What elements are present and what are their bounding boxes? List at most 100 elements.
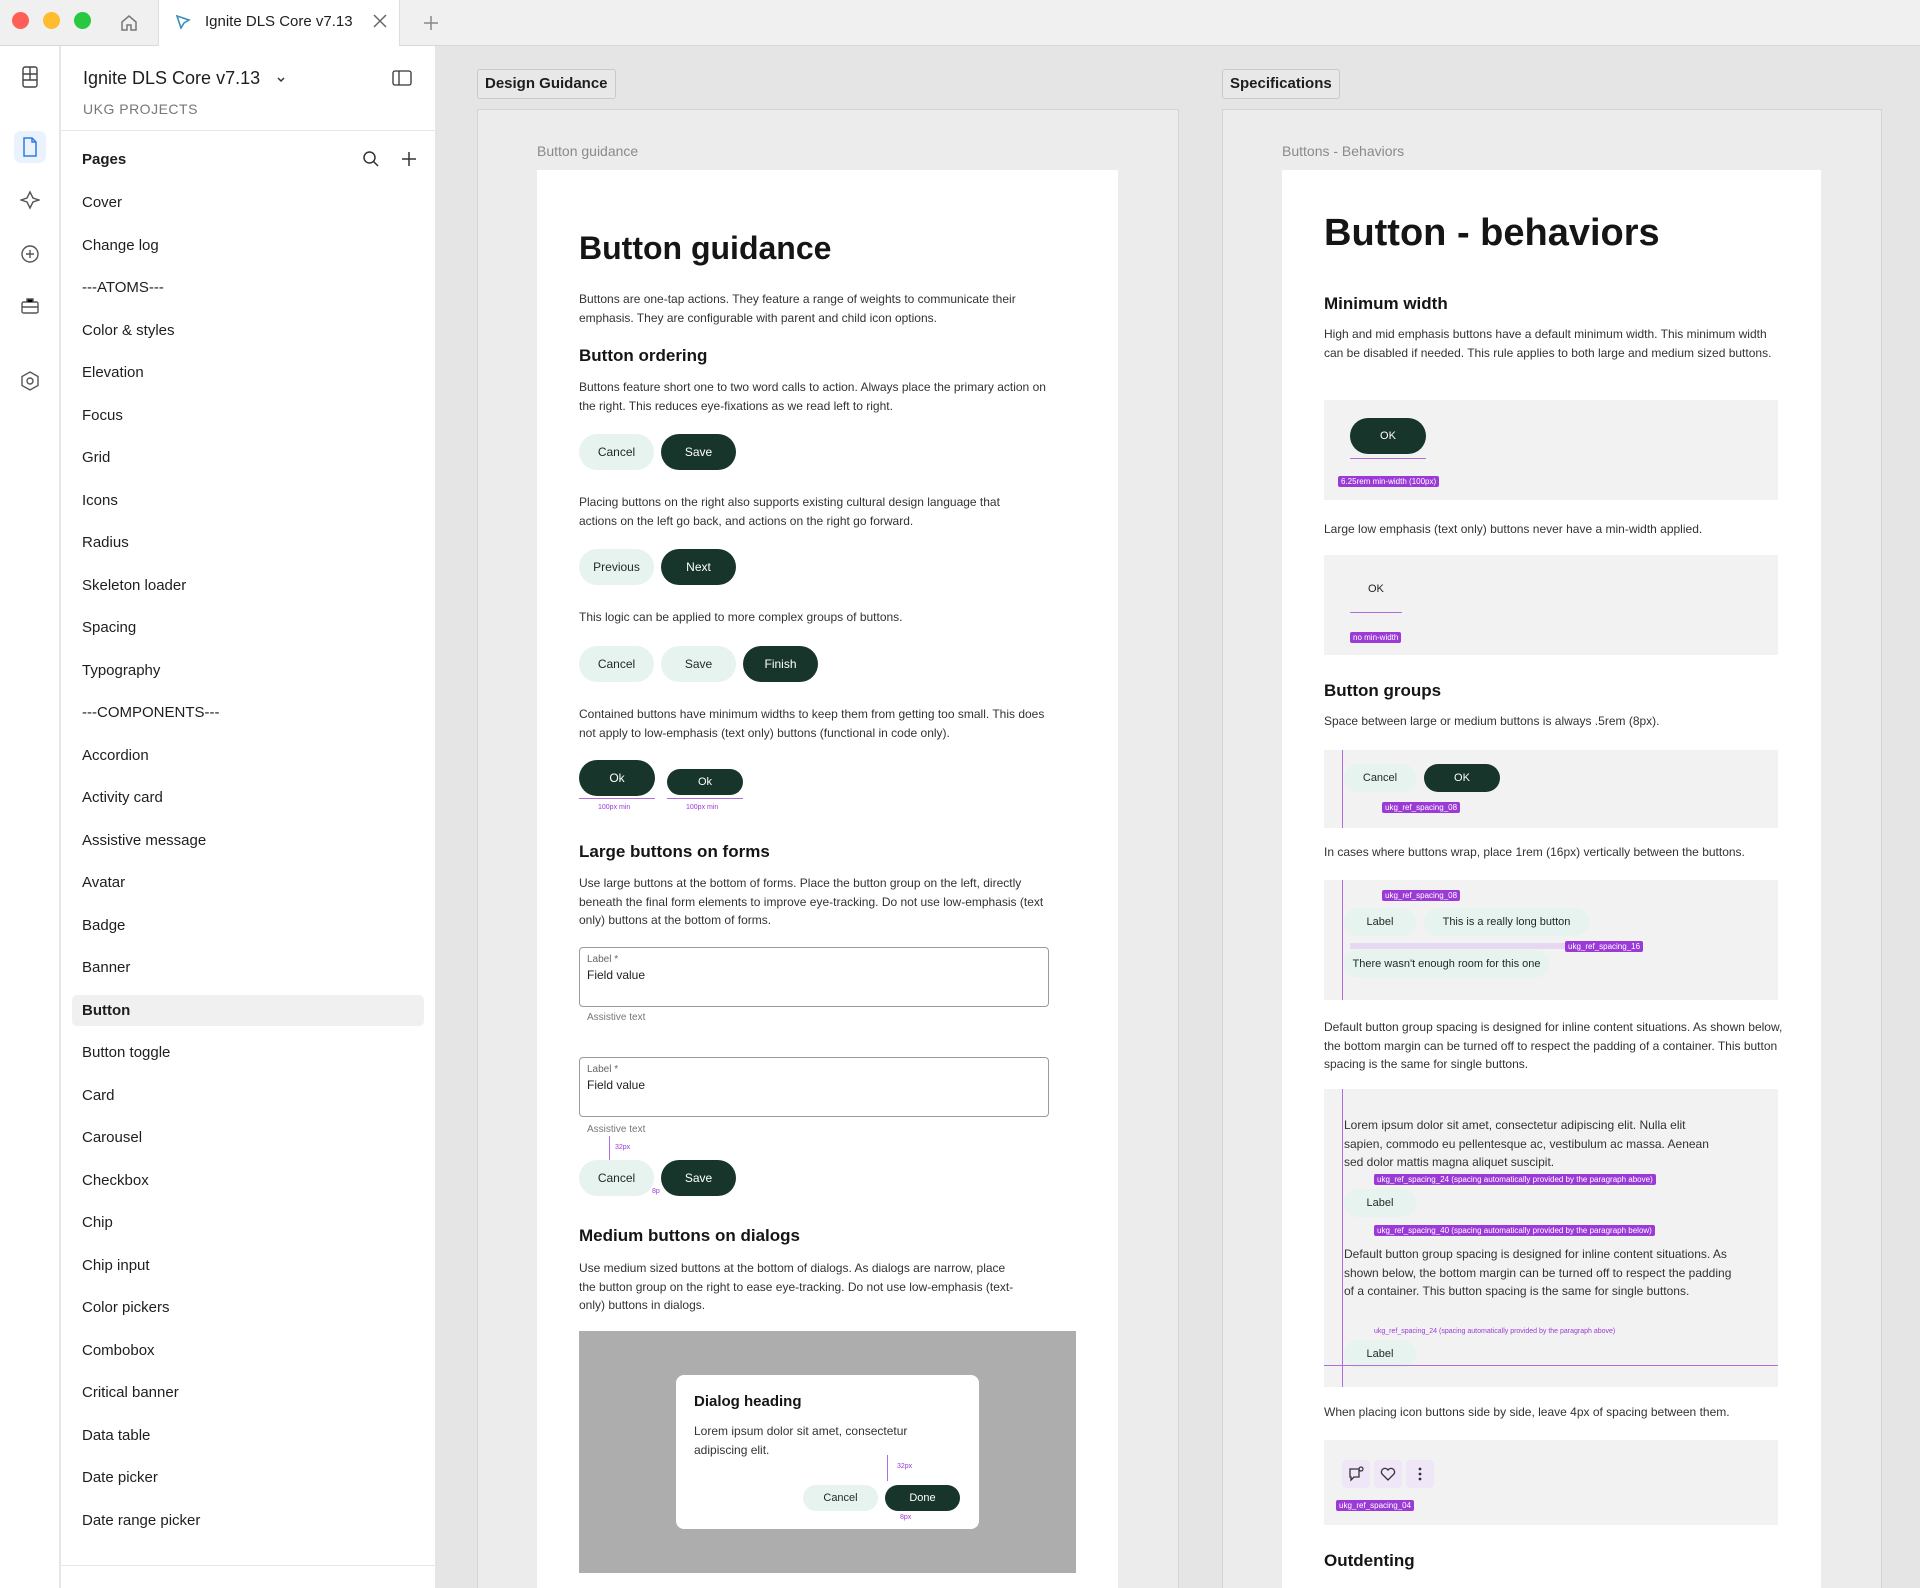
page-item[interactable]: Elevation (72, 357, 424, 388)
file-title[interactable]: Ignite DLS Core v7.13 (83, 68, 260, 89)
page-item[interactable]: Chip (72, 1207, 424, 1238)
page-item[interactable]: Color & styles (72, 315, 424, 346)
assets-icon[interactable] (14, 184, 46, 216)
ok-button-large[interactable]: Ok (579, 760, 655, 796)
page-item[interactable]: Accordion (72, 740, 424, 771)
frame-label-guidance[interactable]: Button guidance (537, 143, 638, 159)
page-item[interactable]: Checkbox (72, 1165, 424, 1196)
layers-panel: Ignite DLS Core v7.13 UKG PROJECTS Pages… (61, 46, 436, 1588)
long-button[interactable]: This is a really long button (1424, 908, 1589, 936)
spacing-tag: ukg_ref_spacing_08 (1382, 890, 1461, 901)
text-field[interactable]: Label * Field value (579, 1057, 1049, 1117)
more-vertical-icon[interactable] (1406, 1460, 1434, 1488)
spacing-marker (609, 1136, 610, 1162)
page-item[interactable]: Grid (72, 442, 424, 473)
search-icon[interactable] (362, 150, 380, 173)
minimize-window-button[interactable] (43, 12, 60, 29)
ok-button[interactable]: OK (1350, 418, 1426, 454)
default-paragraph: Default button group spacing is designed… (1344, 1247, 1732, 1298)
no-room-button[interactable]: There wasn't enough room for this one (1344, 950, 1549, 978)
page-item[interactable]: Date picker (72, 1462, 424, 1493)
file-tab[interactable]: Ignite DLS Core v7.13 (158, 0, 400, 46)
text-field[interactable]: Label * Field value (579, 947, 1049, 1007)
close-tab-icon[interactable] (371, 12, 389, 35)
home-icon[interactable] (116, 10, 142, 36)
next-button[interactable]: Next (661, 549, 736, 585)
page-item[interactable]: Typography (72, 655, 424, 686)
lorem-paragraph: Lorem ipsum dolor sit amet, consectetur … (1344, 1118, 1709, 1169)
page-item[interactable]: Badge (72, 910, 424, 941)
page-item[interactable]: Color pickers (72, 1292, 424, 1323)
ordering-text: Buttons feature short one to two word ca… (579, 380, 1046, 413)
frame-label-behaviors[interactable]: Buttons - Behaviors (1282, 143, 1404, 159)
settings-icon[interactable] (14, 365, 46, 397)
page-item[interactable]: Spacing (72, 612, 424, 643)
page-item[interactable]: Activity card (72, 782, 424, 813)
cancel-button[interactable]: Cancel (1344, 764, 1416, 792)
section-label-design-guidance[interactable]: Design Guidance (477, 69, 616, 99)
page-item[interactable]: Card (72, 1080, 424, 1111)
cancel-button[interactable]: Cancel (579, 646, 654, 682)
ok-button[interactable]: OK (1424, 764, 1500, 792)
button-behaviors-frame: Button - behaviors Minimum width High an… (1282, 170, 1821, 1588)
page-item[interactable]: Focus (72, 400, 424, 431)
page-item[interactable]: Change log (72, 230, 424, 261)
page-item[interactable]: Cover (72, 187, 424, 218)
new-tab-icon[interactable] (418, 10, 444, 36)
pages-heading: Pages (82, 151, 127, 168)
page-item[interactable]: Avatar (72, 867, 424, 898)
cancel-button[interactable]: Cancel (803, 1485, 878, 1511)
ok-text-button[interactable]: OK (1368, 583, 1384, 595)
previous-button[interactable]: Previous (579, 549, 654, 585)
page-item[interactable]: Combobox (72, 1335, 424, 1366)
sidebar-toggle-icon[interactable] (392, 70, 412, 91)
done-button[interactable]: Done (885, 1485, 960, 1511)
cancel-button[interactable]: Cancel (579, 1160, 654, 1196)
page-item[interactable]: Banner (72, 952, 424, 983)
figma-menu-icon[interactable] (14, 61, 46, 93)
field-label: Label * (587, 1064, 619, 1075)
page-item[interactable]: Data table (72, 1420, 424, 1451)
file-pages-icon[interactable] (14, 131, 46, 163)
spacing-tag: ukg_ref_spacing_24 (spacing automaticall… (1374, 1174, 1656, 1185)
finish-button[interactable]: Finish (743, 646, 818, 682)
placing-text: Placing buttons on the right also suppor… (579, 495, 1000, 528)
min-width-marker (667, 798, 743, 799)
toolbox-icon[interactable] (14, 290, 46, 322)
heart-icon[interactable] (1374, 1460, 1402, 1488)
page-item[interactable]: ---COMPONENTS--- (72, 697, 424, 728)
cancel-button[interactable]: Cancel (579, 434, 654, 470)
add-page-icon[interactable] (400, 150, 418, 173)
save-button[interactable]: Save (661, 646, 736, 682)
label-button[interactable]: Label (1344, 1189, 1416, 1217)
figma-file-icon (173, 12, 193, 37)
assistive-text: Assistive text (587, 1124, 646, 1135)
page-item[interactable]: Carousel (72, 1122, 424, 1153)
behaviors-title: Button - behaviors (1324, 212, 1660, 254)
page-item[interactable]: Radius (72, 527, 424, 558)
chevron-down-icon[interactable] (275, 72, 287, 90)
ok-button-medium[interactable]: Ok (667, 769, 743, 795)
save-button[interactable]: Save (661, 434, 736, 470)
section-label-specifications[interactable]: Specifications (1222, 69, 1340, 99)
spacing-label: 32px (897, 1463, 913, 1470)
page-item[interactable]: Chip input (72, 1250, 424, 1281)
label-button[interactable]: Label (1344, 908, 1416, 936)
ordering-heading: Button ordering (579, 346, 708, 365)
chat-icon[interactable] (1342, 1460, 1370, 1488)
page-item[interactable]: Icons (72, 485, 424, 516)
close-window-button[interactable] (12, 12, 29, 29)
page-item[interactable]: Critical banner (72, 1377, 424, 1408)
page-item[interactable]: Date range picker (72, 1505, 424, 1536)
label-button[interactable]: Label (1344, 1340, 1416, 1368)
maximize-window-button[interactable] (74, 12, 91, 29)
save-button[interactable]: Save (661, 1160, 736, 1196)
page-item[interactable]: Button toggle (72, 1037, 424, 1068)
page-item[interactable]: ---ATOMS--- (72, 272, 424, 303)
container-guide (1324, 1365, 1778, 1366)
plugins-icon[interactable] (14, 238, 46, 270)
page-item[interactable]: Button (72, 994, 424, 1026)
page-item[interactable]: Assistive message (72, 825, 424, 856)
page-item[interactable]: Skeleton loader (72, 570, 424, 601)
spacing-label: 8p (652, 1188, 660, 1195)
